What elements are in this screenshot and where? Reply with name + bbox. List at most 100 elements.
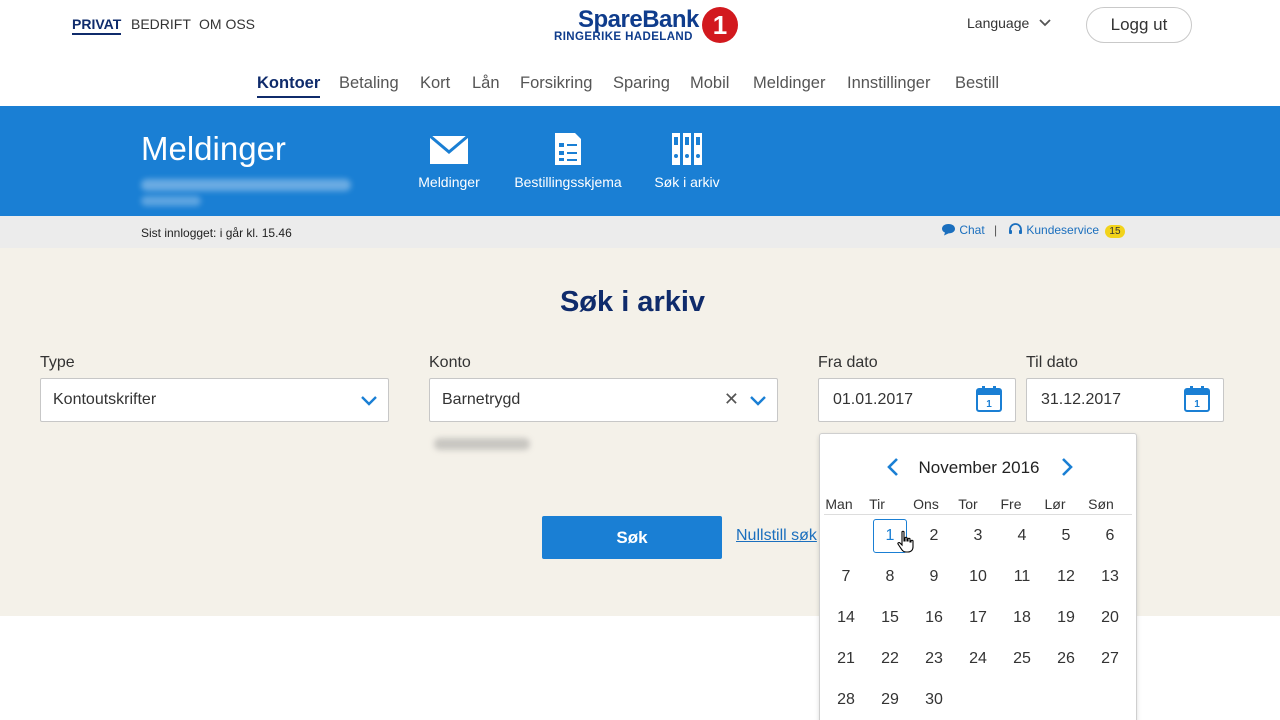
link-bestillingsskjema-label: Bestillingsskjema [514, 174, 622, 190]
logo-subtitle: RINGERIKE HADELAND [554, 31, 693, 43]
weekday-header: Lør [1044, 496, 1066, 512]
calendar-day[interactable]: 10 [961, 560, 995, 594]
calendar-day[interactable]: 12 [1049, 560, 1083, 594]
segment-privat[interactable]: PRIVAT [72, 16, 122, 35]
til-dato-label: Til dato [1026, 354, 1078, 371]
segment-bedrift[interactable]: BEDRIFT [131, 16, 191, 32]
calendar-day[interactable]: 26 [1049, 642, 1083, 676]
archive-binders-icon [672, 133, 702, 165]
link-sok-i-arkiv-label: Søk i arkiv [654, 174, 720, 190]
date-picker-popup: November 2016 Man Tir Ons Tor Fre Lør Sø… [819, 433, 1137, 720]
weekday-header: Tor [958, 496, 978, 512]
chevron-down-icon [750, 396, 766, 406]
calendar-day[interactable]: 15 [873, 601, 907, 635]
til-dato-input[interactable]: 31.12.2017 1 [1026, 378, 1224, 422]
nav-bestill[interactable]: Bestill [955, 74, 999, 93]
kundeservice-link[interactable]: Kundeservice 15 [1008, 223, 1125, 238]
link-meldinger-label: Meldinger [418, 174, 480, 190]
calendar-day[interactable]: 30 [917, 683, 951, 717]
nav-forsikring[interactable]: Forsikring [520, 74, 592, 93]
calendar-day[interactable]: 22 [873, 642, 907, 676]
calendar-icon[interactable]: 1 [975, 385, 1003, 413]
segment-om-oss[interactable]: OM OSS [199, 16, 255, 32]
link-meldinger[interactable]: Meldinger [418, 132, 480, 190]
calendar-day[interactable]: 17 [961, 601, 995, 635]
nav-mobil[interactable]: Mobil [690, 74, 729, 93]
weekday-header: Ons [913, 496, 939, 512]
calendar-month-label: November 2016 [918, 458, 1040, 477]
logo-name: SpareBank [578, 6, 699, 33]
calendar-day[interactable]: 20 [1093, 601, 1127, 635]
language-selector[interactable]: Language [967, 15, 1051, 31]
calendar-day[interactable]: 14 [829, 601, 863, 635]
calendar-day[interactable]: 2 [917, 519, 951, 553]
calendar-day[interactable]: 23 [917, 642, 951, 676]
logo-badge: 1 [702, 7, 738, 43]
calendar-icon[interactable]: 1 [1183, 385, 1211, 413]
clear-icon[interactable]: ✕ [724, 389, 739, 410]
nav-kort[interactable]: Kort [420, 74, 450, 93]
link-sok-i-arkiv[interactable]: Søk i arkiv [654, 132, 720, 190]
search-button[interactable]: Søk [542, 516, 722, 559]
info-bar: Sist innlogget: i går kl. 15.46 Chat | K… [0, 216, 1280, 248]
headset-icon [1009, 223, 1022, 234]
nav-betaling[interactable]: Betaling [339, 74, 399, 93]
reset-search-link[interactable]: Nullstill søk [736, 527, 817, 545]
calendar-day[interactable]: 8 [873, 560, 907, 594]
konto-select[interactable]: Barnetrygd ✕ [429, 378, 778, 422]
account-number-redacted [434, 438, 530, 450]
svg-text:1: 1 [1194, 399, 1200, 410]
calendar-day[interactable]: 5 [1049, 519, 1083, 553]
calendar-day[interactable]: 27 [1093, 642, 1127, 676]
account-holder-redacted-2 [141, 196, 201, 206]
main-nav: Kontoer Betaling Kort Lån Forsikring Spa… [0, 74, 1280, 104]
calendar-day[interactable]: 4 [1005, 519, 1039, 553]
calendar-day[interactable]: 24 [961, 642, 995, 676]
calendar-day[interactable]: 11 [1005, 560, 1039, 594]
calendar-day[interactable]: 28 [829, 683, 863, 717]
page: PRIVAT BEDRIFT OM OSS SpareBank RINGERIK… [0, 0, 1280, 720]
nav-sparing[interactable]: Sparing [613, 74, 670, 93]
divider [824, 514, 1132, 515]
calendar-day[interactable]: 13 [1093, 560, 1127, 594]
type-select-value: Kontoutskrifter [53, 391, 157, 408]
page-title: Søk i arkiv [559, 286, 706, 318]
calendar-day[interactable]: 6 [1093, 519, 1127, 553]
info-separator: | [994, 223, 998, 237]
svg-text:1: 1 [986, 399, 992, 410]
type-select[interactable]: Kontoutskrifter [40, 378, 389, 422]
kundeservice-count-badge: 15 [1105, 225, 1125, 238]
nav-kontoer[interactable]: Kontoer [257, 74, 321, 98]
logout-button[interactable]: Logg ut [1086, 7, 1192, 43]
chat-label: Chat [959, 223, 985, 237]
fra-dato-input[interactable]: 01.01.2017 1 [818, 378, 1016, 422]
fra-dato-label: Fra dato [818, 354, 878, 371]
kundeservice-label: Kundeservice [1026, 223, 1100, 237]
calendar-day[interactable]: 21 [829, 642, 863, 676]
konto-label: Konto [429, 354, 471, 371]
last-login-text: Sist innlogget: i går kl. 15.46 [141, 226, 292, 240]
bank-logo[interactable]: SpareBank RINGERIKE HADELAND 1 [554, 6, 744, 46]
chevron-down-icon [361, 396, 377, 406]
calendar-day[interactable]: 19 [1049, 601, 1083, 635]
hand-pointer-cursor-icon [897, 530, 914, 553]
calendar-day[interactable]: 7 [829, 560, 863, 594]
weekday-header: Tir [869, 496, 885, 512]
link-bestillingsskjema[interactable]: Bestillingsskjema [514, 132, 622, 190]
chat-link[interactable]: Chat [941, 223, 985, 237]
type-label: Type [40, 354, 75, 371]
chevron-down-icon [1039, 19, 1051, 27]
calendar-day[interactable]: 9 [917, 560, 951, 594]
section-title: Meldinger [141, 130, 286, 167]
nav-innstillinger[interactable]: Innstillinger [847, 74, 930, 93]
calendar-day[interactable]: 3 [961, 519, 995, 553]
calendar-day[interactable]: 25 [1005, 642, 1039, 676]
calendar-day[interactable]: 16 [917, 601, 951, 635]
calendar-day[interactable]: 29 [873, 683, 907, 717]
chevron-right-icon[interactable] [1060, 457, 1074, 477]
calendar-day[interactable]: 18 [1005, 601, 1039, 635]
fra-dato-value: 01.01.2017 [833, 391, 914, 408]
nav-lan[interactable]: Lån [472, 74, 500, 93]
nav-meldinger[interactable]: Meldinger [753, 74, 825, 93]
chat-bubble-icon [942, 224, 955, 236]
